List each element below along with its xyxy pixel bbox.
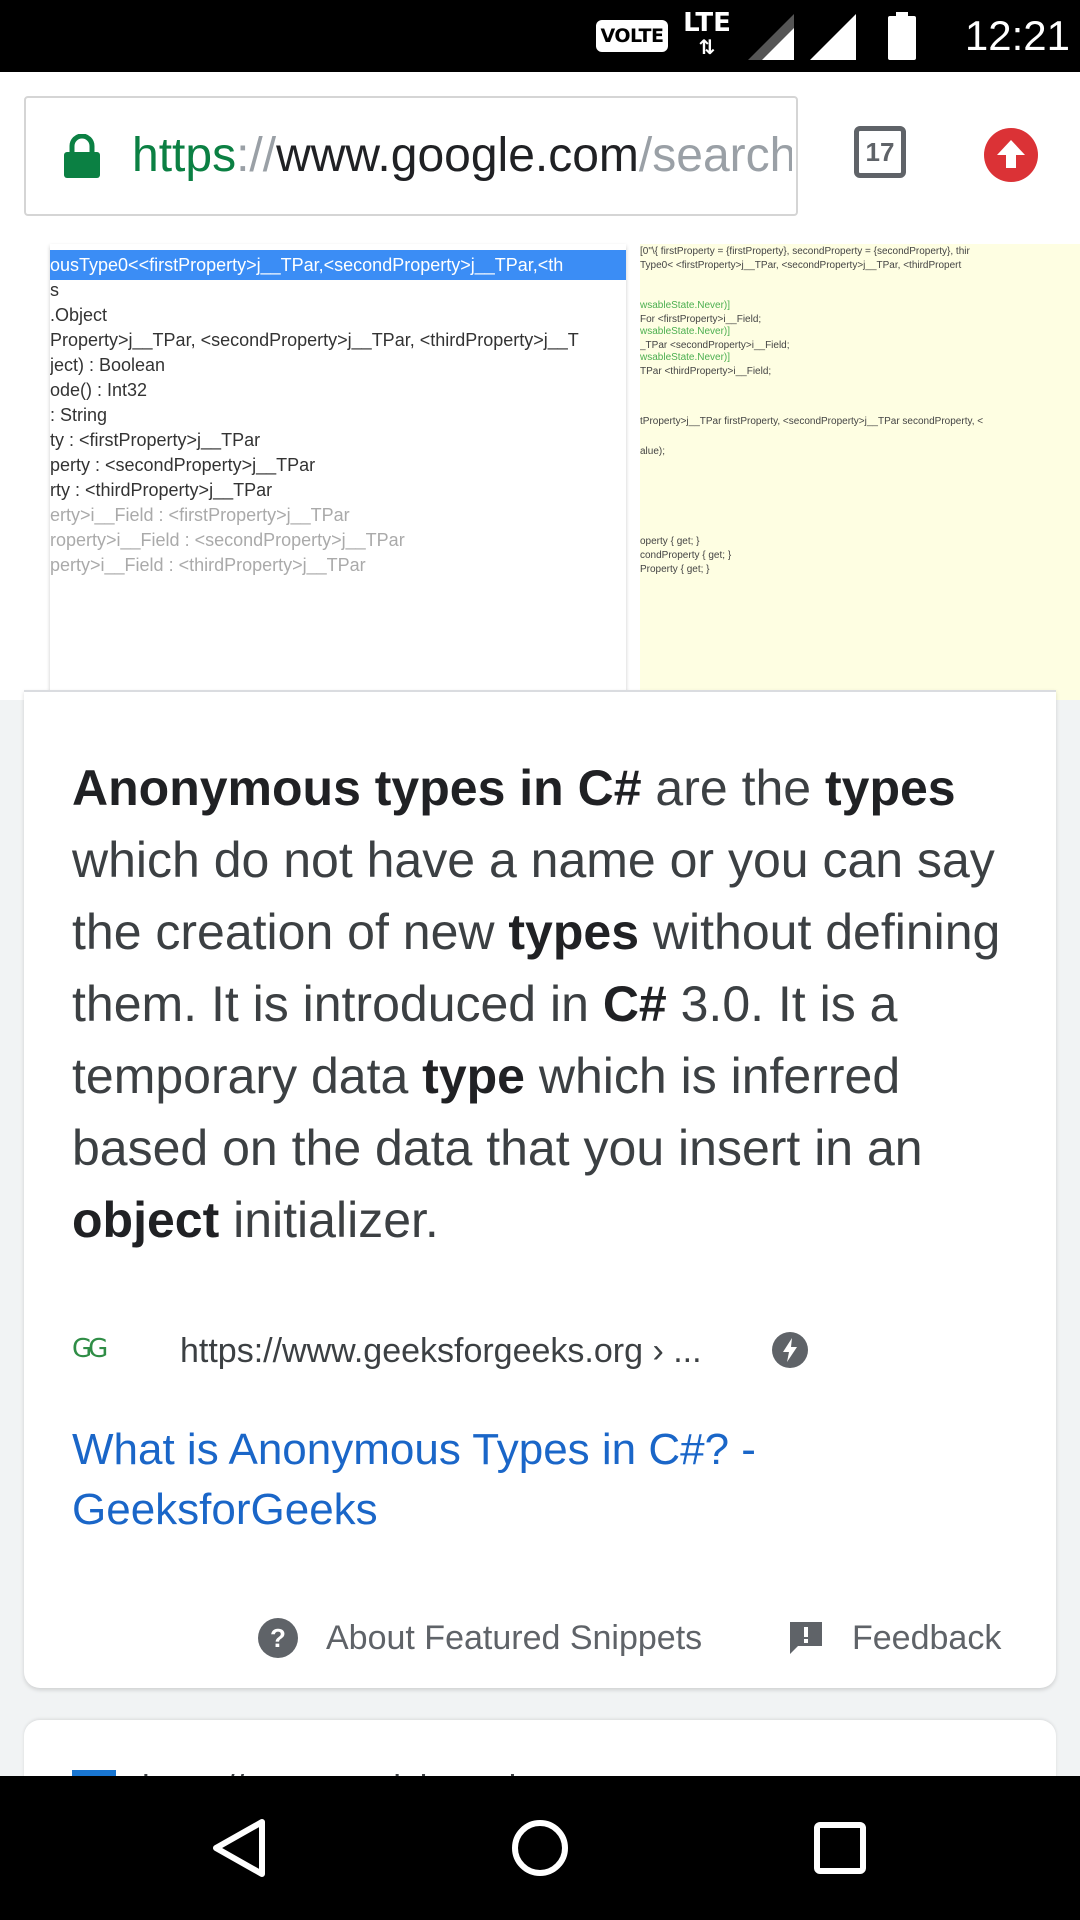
source-url[interactable]: https://www.geeksforgeeks.org › ... bbox=[180, 1326, 702, 1376]
help-icon[interactable]: ? bbox=[258, 1618, 298, 1658]
snippet-text-segment: initializer. bbox=[219, 1192, 439, 1248]
snippet-bold-text: Anonymous types in C# bbox=[72, 760, 642, 816]
feedback-link[interactable]: Feedback bbox=[852, 1610, 1001, 1666]
update-chrome-button[interactable] bbox=[984, 128, 1038, 182]
browser-toolbar: https://www.google.com/search?q=anonymou… bbox=[0, 72, 1080, 241]
snippet-text-segment: are the bbox=[641, 760, 825, 816]
battery-icon bbox=[888, 12, 916, 60]
signal-strength-icon bbox=[748, 14, 794, 60]
geeksforgeeks-favicon: GG bbox=[72, 1334, 108, 1364]
arrow-up-icon bbox=[997, 140, 1025, 168]
back-icon[interactable] bbox=[210, 1818, 270, 1878]
url-host: www.google.com bbox=[276, 129, 639, 182]
listing-line: TPar <thirdProperty>i__Field; bbox=[640, 366, 772, 377]
result-title-link[interactable]: What is Anonymous Types in C#? - Geeksfo… bbox=[72, 1420, 972, 1540]
navigation-bar bbox=[0, 1776, 1080, 1920]
amp-lightning-icon bbox=[772, 1332, 808, 1368]
image-carousel[interactable]: ousType0<<firstProperty>j__TPar,<secondP… bbox=[0, 240, 1080, 700]
address-bar[interactable]: https://www.google.com/search?q=anonymou… bbox=[24, 96, 798, 216]
source-row[interactable]: GG https://www.geeksforgeeks.org › ... bbox=[72, 1326, 972, 1376]
snippet-footer: ? About Featured Snippets Feedback bbox=[24, 1610, 1056, 1666]
svg-text:?: ? bbox=[270, 1623, 286, 1653]
data-arrows-icon: ⇅ bbox=[698, 35, 716, 59]
featured-snippet-card: Anonymous types in C# are the types whic… bbox=[24, 690, 1056, 1688]
recent-apps-icon[interactable] bbox=[814, 1822, 866, 1874]
snippet-bold-text: types bbox=[508, 904, 640, 960]
clock: 12:21 bbox=[964, 12, 1070, 59]
url-scheme: https bbox=[132, 129, 237, 182]
feedback-icon[interactable] bbox=[788, 1620, 824, 1656]
url-text[interactable]: https://www.google.com/search?q=anonymou… bbox=[132, 124, 792, 188]
about-featured-snippets-link[interactable]: About Featured Snippets bbox=[326, 1610, 702, 1666]
snippet-bold-text: type bbox=[422, 1048, 525, 1104]
listing-line: Type0< <firstProperty>j__TPar, <secondPr… bbox=[640, 260, 962, 271]
snippet-bold-text: types bbox=[824, 760, 956, 816]
code-listing-image[interactable]: [0"\{ firstProperty = {firstProperty}, s… bbox=[640, 244, 1080, 700]
home-icon[interactable] bbox=[510, 1818, 570, 1878]
snippet-bold-text: C# bbox=[602, 976, 667, 1032]
code-screenshot-image[interactable]: ousType0<<firstProperty>j__TPar,<secondP… bbox=[50, 244, 626, 700]
url-path: /search?q=anonymous+types bbox=[638, 129, 792, 182]
status-bar: VOLTE LTE ⇅ 12:21 bbox=[0, 0, 1080, 72]
lte-label: LTE bbox=[683, 8, 731, 38]
url-separator: :// bbox=[236, 129, 277, 182]
listing-line: Property { get; } bbox=[640, 564, 710, 575]
snippet-bold-text: object bbox=[72, 1192, 220, 1248]
lte-indicator: LTE ⇅ bbox=[682, 10, 732, 62]
signal-strength-icon-2 bbox=[810, 14, 856, 60]
listing-line: tProperty>j__TPar firstProperty, <second… bbox=[640, 416, 984, 427]
card-divider bbox=[24, 690, 1056, 692]
code-line: perty>i__Field : <thirdProperty>j__TPar bbox=[50, 555, 366, 575]
volte-badge: VOLTE bbox=[596, 20, 668, 52]
tab-switcher-button[interactable]: 17 bbox=[854, 126, 906, 178]
lock-icon bbox=[64, 134, 100, 178]
snippet-text: Anonymous types in C# are the types whic… bbox=[72, 752, 1012, 1256]
code-line: ousType0<<firstProperty>j__TPar,<secondP… bbox=[50, 255, 564, 275]
listing-line: alue); bbox=[640, 446, 666, 457]
